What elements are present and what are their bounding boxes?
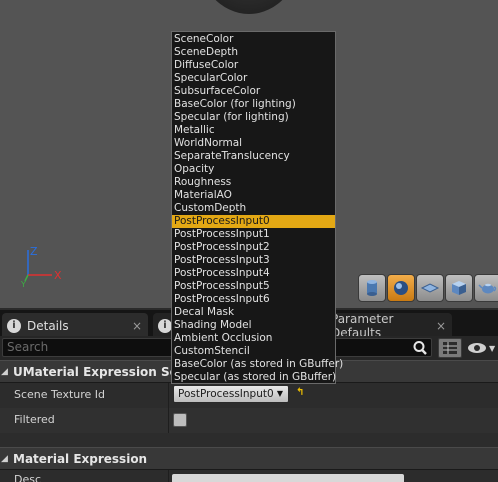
- menu-item[interactable]: Specular (as stored in GBuffer): [172, 371, 336, 384]
- grid-icon: [443, 342, 457, 354]
- property-label: Scene Texture Id: [14, 388, 106, 401]
- tab-details-label: Details: [27, 318, 69, 333]
- menu-item[interactable]: Decal Mask: [172, 306, 335, 319]
- menu-item[interactable]: Metallic: [172, 124, 335, 137]
- combo-value: PostProcessInput0: [178, 388, 274, 400]
- menu-item[interactable]: CustomStencil: [172, 345, 335, 358]
- scene-texture-id-combo[interactable]: PostProcessInput0 ▼: [173, 385, 289, 403]
- teapot-preview-icon: [478, 283, 497, 294]
- menu-item[interactable]: Roughness: [172, 176, 335, 189]
- eye-icon: [468, 343, 486, 353]
- preview-shape-toolbar: [358, 274, 498, 302]
- menu-item[interactable]: SeparateTranslucency: [172, 150, 335, 163]
- axis-z-label: Z: [30, 245, 38, 258]
- info-tab-icon: i: [158, 318, 172, 333]
- dropdown-arrow-icon: ▼: [276, 389, 283, 398]
- menu-item[interactable]: PostProcessInput4: [172, 267, 335, 280]
- column-divider[interactable]: [168, 383, 169, 408]
- view-options-button[interactable]: ▼: [467, 340, 497, 356]
- column-divider[interactable]: [168, 470, 169, 482]
- cylinder-preview-button[interactable]: [358, 274, 386, 302]
- sphere-preview-icon: [394, 281, 408, 295]
- scene-texture-dropdown-menu: SceneColor SceneDepth DiffuseColor Specular…: [171, 31, 343, 384]
- menu-item[interactable]: BaseColor (for lighting): [172, 98, 335, 111]
- menu-item[interactable]: Ambient Occlusion: [172, 332, 335, 345]
- collapse-arrow-icon: ◢: [1, 366, 8, 377]
- menu-item[interactable]: PostProcessInput1: [172, 228, 335, 241]
- menu-item[interactable]: PostProcessInput0: [172, 215, 335, 228]
- row-spacer: [0, 433, 498, 447]
- property-label: Filtered: [14, 413, 55, 426]
- collapse-arrow-icon: ◢: [1, 453, 8, 464]
- menu-item[interactable]: Opacity: [172, 163, 335, 176]
- menu-item[interactable]: SubsurfaceColor: [172, 85, 335, 98]
- plane-preview-icon: [420, 283, 440, 293]
- menu-item[interactable]: WorldNormal: [172, 137, 335, 150]
- menu-item[interactable]: SceneDepth: [172, 46, 335, 59]
- menu-item[interactable]: DiffuseColor: [172, 59, 335, 72]
- menu-item[interactable]: SpecularColor: [172, 72, 335, 85]
- category-title: Material Expression: [13, 451, 148, 466]
- filtered-checkbox[interactable]: [173, 413, 187, 427]
- axis-gizmo: Z X Y: [20, 245, 62, 289]
- menu-item[interactable]: Shading Model: [172, 319, 335, 332]
- property-row-scene-texture-id: Scene Texture Id PostProcessInput0 ▼ ↰: [0, 383, 498, 408]
- column-divider[interactable]: [168, 408, 169, 433]
- plane-preview-button[interactable]: [416, 274, 444, 302]
- menu-item[interactable]: CustomDepth: [172, 202, 335, 215]
- menu-item[interactable]: MaterialAO: [172, 189, 335, 202]
- category-material-expression[interactable]: ◢ Material Expression: [0, 447, 498, 469]
- axis-y-label: Y: [20, 280, 26, 289]
- teapot-preview-button[interactable]: [474, 274, 498, 302]
- tab-parameter-defaults[interactable]: Parameter Defaults ×: [325, 312, 452, 340]
- search-placeholder: Search: [7, 340, 49, 354]
- menu-item[interactable]: PostProcessInput3: [172, 254, 335, 267]
- search-icon: [413, 341, 427, 355]
- menu-item[interactable]: PostProcessInput2: [172, 241, 335, 254]
- close-icon[interactable]: ×: [124, 319, 142, 333]
- menu-item[interactable]: PostProcessInput6: [172, 293, 335, 306]
- details-tab-icon: i: [7, 318, 21, 333]
- desc-text-field[interactable]: [172, 474, 404, 482]
- close-icon[interactable]: ×: [428, 319, 446, 333]
- menu-item[interactable]: Specular (for lighting): [172, 111, 335, 124]
- menu-item[interactable]: PostProcessInput5: [172, 280, 335, 293]
- chevron-down-icon: ▼: [489, 343, 496, 353]
- property-row-filtered: Filtered: [0, 408, 498, 433]
- menu-item[interactable]: BaseColor (as stored in GBuffer): [172, 358, 343, 371]
- tab-details[interactable]: i Details ×: [2, 313, 148, 338]
- cube-preview-icon: [452, 281, 466, 295]
- reset-to-default-icon[interactable]: ↰: [296, 387, 306, 398]
- menu-item[interactable]: SceneColor: [172, 33, 335, 46]
- axis-x-label: X: [54, 269, 62, 282]
- property-label: Desc: [14, 473, 42, 482]
- cube-preview-button[interactable]: [445, 274, 473, 302]
- preview-sphere: [197, 0, 301, 14]
- cylinder-preview-icon: [367, 280, 377, 296]
- sphere-preview-button[interactable]: [387, 274, 415, 302]
- property-matrix-button[interactable]: [438, 338, 462, 358]
